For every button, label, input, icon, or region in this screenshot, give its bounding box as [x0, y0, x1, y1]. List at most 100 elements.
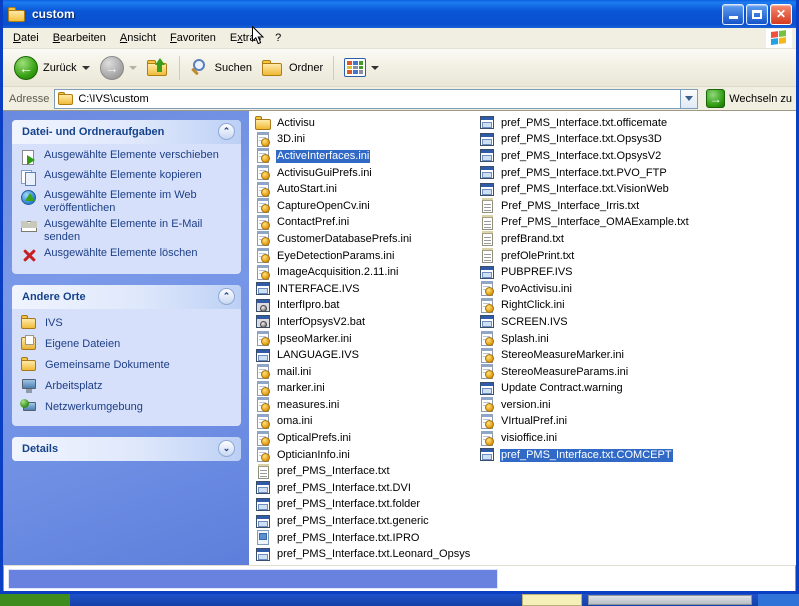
toolbar-separator — [333, 55, 335, 80]
file-list-item[interactable]: 3D.ini — [253, 131, 477, 149]
task-email-items[interactable]: Ausgewählte Elemente in E-Mail senden — [20, 218, 233, 244]
file-list-item[interactable]: measures.ini — [253, 397, 477, 414]
file-list-item[interactable]: OpticalPrefs.ini — [253, 430, 477, 447]
file-list-item[interactable]: version.ini — [477, 397, 777, 414]
up-button[interactable] — [142, 53, 174, 83]
file-list-item[interactable]: SCREEN.IVS — [477, 314, 777, 331]
file-name: pref_PMS_Interface.txt.generic — [277, 515, 429, 528]
file-list-item[interactable]: InterfOpsysV2.bat — [253, 314, 477, 331]
file-list-item[interactable]: pref_PMS_Interface.txt.VisionWeb — [477, 181, 777, 198]
file-list-item[interactable]: StereoMeasureMarker.ini — [477, 347, 777, 364]
file-list-item[interactable]: EyeDetectionParams.ini — [253, 248, 477, 265]
file-list-item[interactable]: VIrtualPref.ini — [477, 413, 777, 431]
file-list-item[interactable]: marker.ini — [253, 380, 477, 398]
place-network[interactable]: Netzwerkumgebung — [20, 398, 233, 415]
task-copy-items[interactable]: Ausgewählte Elemente kopieren — [20, 169, 233, 186]
menu-help[interactable]: ? — [268, 30, 288, 46]
file-list-item[interactable]: pref_PMS_Interface.txt.IPRO — [253, 530, 477, 547]
file-list-item[interactable]: ImageAcquisition.2.11.ini — [253, 264, 477, 281]
file-list-item[interactable]: IpseoMarker.ini — [253, 331, 477, 348]
place-my-computer[interactable]: Arbeitsplatz — [20, 377, 233, 394]
panel-file-tasks-header[interactable]: Datei- und Ordneraufgaben ⌃ — [12, 120, 241, 144]
file-list-item[interactable]: Update Contract.warning — [477, 381, 777, 398]
menu-ansicht[interactable]: Ansicht — [113, 30, 163, 46]
address-dropdown-button[interactable] — [681, 88, 699, 109]
file-list-item[interactable]: pref_PMS_Interface.txt.COMCEPT — [477, 447, 777, 464]
file-list-item[interactable]: ActivisuGuiPrefs.ini — [253, 165, 477, 182]
file-list-item[interactable]: RightClick.ini — [477, 297, 777, 315]
file-name: pref_PMS_Interface.txt.officemate — [501, 116, 668, 129]
file-list-item[interactable]: ActiveInterfaces.ini — [253, 148, 477, 165]
folders-button[interactable]: Ordner — [257, 53, 328, 83]
menu-bearbeiten[interactable]: Bearbeiten — [46, 30, 113, 46]
start-button[interactable] — [0, 594, 70, 606]
address-input[interactable]: C:\IVS\custom — [54, 88, 682, 109]
file-list-item[interactable]: oma.ini — [253, 413, 477, 431]
file-list-item[interactable]: pref_PMS_Interface.txt.Leonard_Opsys — [253, 546, 477, 563]
file-list-item[interactable]: ContactPref.ini — [253, 214, 477, 232]
file-list-item[interactable]: PvoActivisu.ini — [477, 281, 777, 298]
file-list-item[interactable]: OpticianInfo.ini — [253, 447, 477, 464]
ivs-file-icon — [479, 381, 496, 397]
menu-favoriten[interactable]: Favoriten — [163, 30, 223, 46]
place-ivs[interactable]: IVS — [20, 314, 233, 331]
task-move-items[interactable]: Ausgewählte Elemente verschieben — [20, 149, 233, 166]
system-tray[interactable] — [758, 594, 799, 606]
place-shared-documents[interactable]: Gemeinsame Dokumente — [20, 356, 233, 373]
chevron-down-icon[interactable]: ⌄ — [218, 440, 235, 457]
file-list-item[interactable]: pref_PMS_Interface.txt.officemate — [477, 115, 777, 132]
file-list-item[interactable]: StereoMeasureParams.ini — [477, 364, 777, 381]
file-list-item[interactable]: pref_PMS_Interface.txt.generic — [253, 513, 477, 530]
close-button[interactable]: ✕ — [770, 3, 792, 25]
file-list-item[interactable]: pref_PMS_Interface.txt.DVI — [253, 480, 477, 497]
taskbar-item[interactable] — [588, 595, 752, 605]
file-list-item[interactable]: Splash.ini — [477, 331, 777, 348]
taskbar[interactable] — [0, 594, 799, 606]
file-list-item[interactable]: CaptureOpenCv.ini — [253, 198, 477, 215]
file-list-item[interactable]: visioffice.ini — [477, 430, 777, 447]
chevron-down-icon[interactable] — [371, 65, 380, 70]
go-button[interactable]: → Wechseln zu — [706, 89, 792, 108]
search-button[interactable]: Suchen — [185, 53, 257, 83]
minimize-button[interactable] — [722, 3, 744, 25]
forward-button[interactable]: → — [95, 53, 142, 83]
file-list-item[interactable]: pref_PMS_Interface.txt — [253, 463, 477, 480]
toolbar: ← Zurück → Suchen Ordner — [3, 49, 796, 87]
file-list-item[interactable]: INTERFACE.IVS — [253, 281, 477, 298]
file-name: OpticianInfo.ini — [277, 448, 350, 461]
file-list-item[interactable]: CustomerDatabasePrefs.ini — [253, 231, 477, 248]
task-delete-items[interactable]: Ausgewählte Elemente löschen — [20, 247, 233, 264]
file-name: pref_PMS_Interface.txt.COMCEPT — [500, 448, 673, 462]
file-list-item[interactable]: Pref_PMS_Interface_Irris.txt — [477, 198, 777, 215]
file-list-item[interactable]: mail.ini — [253, 364, 477, 381]
panel-other-places-header[interactable]: Andere Orte ⌃ — [12, 285, 241, 309]
chevron-up-icon[interactable]: ⌃ — [218, 288, 235, 305]
task-publish-web[interactable]: Ausgewählte Elemente im Web veröffentlic… — [20, 189, 233, 215]
file-list-item[interactable]: LANGUAGE.IVS — [253, 347, 477, 364]
place-my-documents[interactable]: Eigene Dateien — [20, 335, 233, 352]
chevron-up-icon[interactable]: ⌃ — [218, 123, 235, 140]
panel-details-header[interactable]: Details ⌄ — [12, 437, 241, 461]
title-bar[interactable]: custom ✕ — [3, 0, 796, 28]
file-list-item[interactable]: prefBrand.txt — [477, 231, 777, 248]
back-button[interactable]: ← Zurück — [9, 53, 95, 83]
file-list-item[interactable]: pref_PMS_Interface.txt.Opsys3D — [477, 132, 777, 149]
file-list-item[interactable]: pref_PMS_Interface.txt.folder — [253, 497, 477, 514]
ivs-file-icon — [479, 265, 496, 281]
file-list[interactable]: Activisu 3D.ini ActiveInterfaces.ini Activi… — [249, 111, 796, 565]
maximize-button[interactable] — [746, 3, 768, 25]
file-list-item[interactable]: pref_PMS_Interface.txt.PVO_FTP — [477, 165, 777, 182]
chevron-down-icon[interactable] — [81, 65, 90, 70]
file-list-item[interactable]: Activisu — [253, 115, 477, 132]
file-list-item[interactable]: pref_PMS_Interface.txt.OpsysV2 — [477, 148, 777, 165]
file-list-item[interactable]: InterfIpro.bat — [253, 298, 477, 315]
file-list-item[interactable]: AutoStart.ini — [253, 181, 477, 198]
taskbar-item-highlight[interactable] — [522, 594, 582, 606]
menu-datei[interactable]: Datei — [6, 30, 46, 46]
views-button[interactable] — [339, 53, 384, 83]
file-name: prefBrand.txt — [501, 232, 564, 245]
file-name: pref_PMS_Interface.txt.PVO_FTP — [501, 166, 667, 179]
file-list-item[interactable]: Pref_PMS_Interface_OMAExample.txt — [477, 214, 777, 232]
file-list-item[interactable]: prefOlePrint.txt — [477, 248, 777, 265]
file-list-item[interactable]: PUBPREF.IVS — [477, 264, 777, 281]
